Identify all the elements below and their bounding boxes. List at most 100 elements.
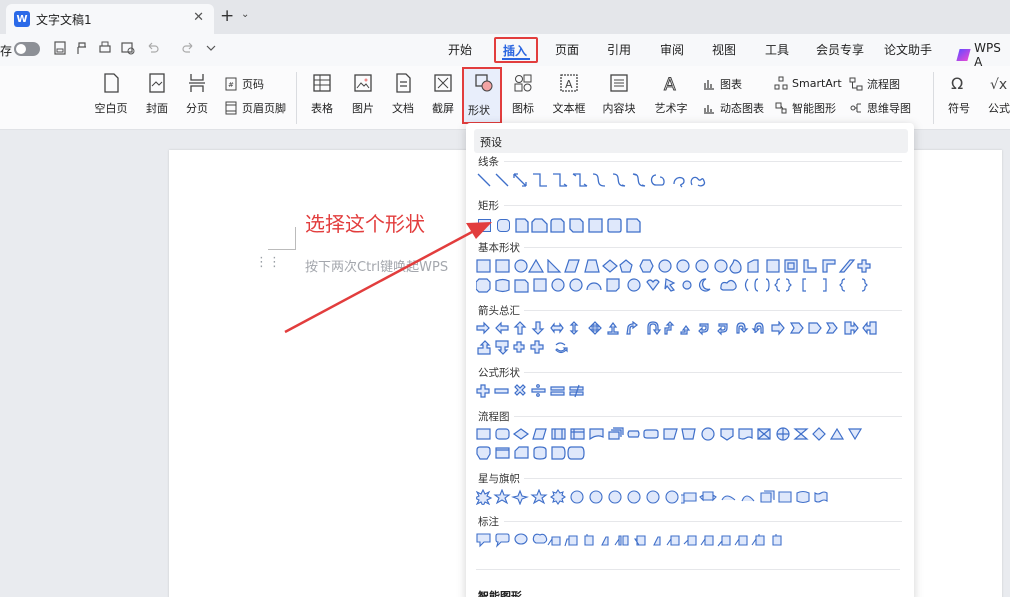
category-basic: 基本形状 [478,242,520,254]
chart-icon [704,80,714,90]
flowchart-shapes[interactable] [476,427,901,463]
mindmap-label: 思维导图 [867,102,911,115]
formula-label: 公式 [988,102,1010,115]
dynamic-chart-button[interactable]: 动态图表 [702,100,764,116]
divider [504,161,902,162]
formula-button[interactable]: √x 公式 [976,72,1010,116]
preset-header: 预设 [474,129,908,153]
margin-marker [295,227,296,250]
content-block-icon [610,74,628,92]
ribbon-separator [933,72,934,124]
close-icon[interactable]: ✕ [193,10,204,25]
tab-bar: W 文字文稿1 ✕ + ⌄ [0,0,1010,34]
header-footer-button[interactable]: 页眉页脚 [224,100,286,116]
menu-page[interactable]: 页面 [555,41,579,58]
divider [524,247,902,248]
menu-insert[interactable]: 插入 [494,37,538,63]
divider [524,372,902,373]
chart-button[interactable]: 图表 [702,76,742,92]
wordart-icon: A [664,75,677,95]
screenshot-icon [434,74,452,92]
wps-writer-icon: W [14,11,30,27]
shape-icon [475,74,493,92]
menu-review[interactable]: 审阅 [660,41,684,58]
line-shapes[interactable] [476,171,711,189]
svg-text:A: A [565,78,573,91]
print-icon[interactable] [97,40,113,56]
table-button[interactable]: 表格 [299,72,345,116]
star-shapes[interactable] [476,489,856,505]
page-break-button[interactable]: 分页 [174,72,220,116]
smartart-button[interactable]: SmartArt [774,76,842,90]
basic-shapes[interactable] [476,259,901,295]
print-preview-icon[interactable] [120,40,136,56]
smart-graphic-button[interactable]: 智能图形 [774,100,836,116]
divider [524,310,902,311]
table-label: 表格 [311,102,333,115]
page-number-icon: # [225,77,237,91]
wordart-button[interactable]: A 艺术字 [648,72,694,116]
icon-label: 图标 [512,102,534,115]
shape-label: 形状 [468,104,490,117]
undo-icon[interactable] [145,40,161,56]
smartart-label: SmartArt [792,76,842,90]
dynamic-chart-icon [704,105,714,114]
menu-tools[interactable]: 工具 [765,41,789,58]
new-tab-button[interactable]: + [220,6,234,26]
chart-label: 图表 [720,78,742,91]
menu-thesis-assistant[interactable]: 论文助手 [884,41,932,58]
sqrt-icon: √x [990,77,1007,93]
ribbon-separator [296,72,297,124]
menu-member[interactable]: 会员专享 [816,41,864,58]
smart-graphic-section: 智能图形 [478,590,522,597]
chevron-down-icon[interactable]: ⌄ [241,9,249,20]
svg-text:#: # [228,81,234,89]
menu-home[interactable]: 开始 [448,41,472,58]
rectangle-shape[interactable] [478,219,491,232]
rect-variant-shapes[interactable] [515,218,645,233]
wps-ai-button[interactable]: WPS A [956,41,1010,69]
save-icon[interactable] [52,40,68,56]
divider [514,416,902,417]
autosave-label: 存 [0,44,13,58]
mindmap-button[interactable]: 思维导图 [849,100,911,116]
content-block-label: 内容块 [602,102,636,115]
ai-hint-text: 按下两次Ctrl键唤起WPS [305,260,449,275]
divider [476,569,900,570]
page-number-button[interactable]: # 页码 [224,76,264,92]
menu-references[interactable]: 引用 [607,41,631,58]
category-stars: 星与旗帜 [478,473,520,485]
textbox-button[interactable]: A 文本框 [546,72,592,116]
divider [504,521,902,522]
menu-view[interactable]: 视图 [712,41,736,58]
rounded-rectangle-shape[interactable] [497,219,510,232]
dynamic-chart-label: 动态图表 [720,102,764,115]
menu-insert-label: 插入 [503,44,528,58]
wps-ai-label: WPS A [974,41,1001,69]
formula-shapes[interactable] [476,384,591,398]
annotation-text: 选择这个形状 [305,212,425,236]
export-pdf-icon[interactable] [74,40,90,56]
blank-page-button[interactable]: 空白页 [88,72,134,116]
quick-access-more-icon[interactable] [203,40,219,56]
category-rect: 矩形 [478,200,499,212]
drag-handle-icon[interactable]: ⋮⋮ [255,255,281,270]
content-block-button[interactable]: 内容块 [596,72,642,116]
flowchart-button[interactable]: 流程图 [849,76,900,92]
icon-button[interactable]: 图标 [500,72,546,116]
picture-label: 图片 [352,102,374,115]
arrow-shapes[interactable] [476,321,901,357]
svg-text:Ω: Ω [951,74,963,93]
smartart-icon [774,76,788,90]
picture-icon [354,74,372,92]
document-tab[interactable]: W 文字文稿1 ✕ [6,4,214,34]
page-break-icon [189,74,205,92]
textbox-label: 文本框 [552,102,586,115]
redo-icon[interactable] [180,40,196,56]
insert-ribbon: 空白页 封面 分页 # 页码 页眉页脚 表格 图片 文档 截屏 图标 A 文本框… [0,66,1010,130]
category-callouts: 标注 [478,516,499,528]
category-formula: 公式形状 [478,367,520,379]
callout-shapes[interactable] [476,532,796,548]
document-label: 文档 [392,102,414,115]
autosave-toggle[interactable] [14,42,40,56]
